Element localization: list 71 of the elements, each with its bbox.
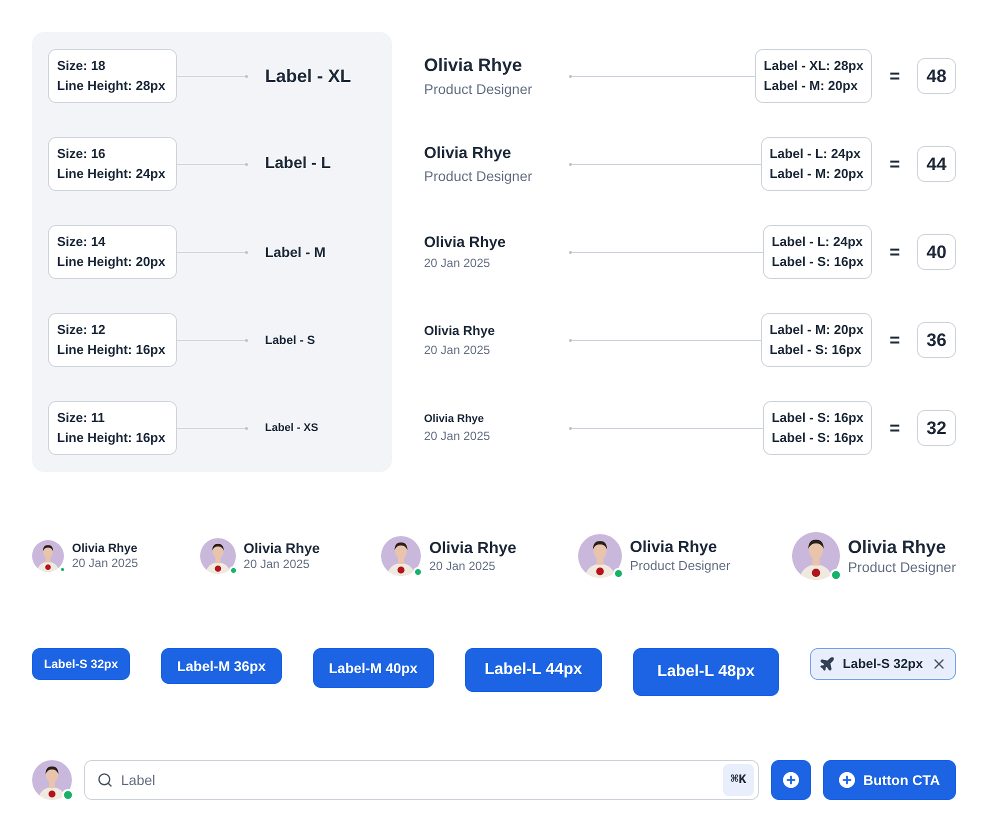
spec-text: Label - S: 16px bbox=[772, 429, 864, 447]
plus-icon bbox=[783, 772, 800, 788]
primary-button[interactable]: Label-L 44px bbox=[464, 648, 602, 692]
user-name: Olivia Rhye bbox=[424, 322, 496, 340]
plus-icon bbox=[839, 772, 856, 788]
spec-text: Label - S: 16px bbox=[772, 253, 864, 271]
user-name: Olivia Rhye bbox=[424, 144, 512, 164]
spec-text: Label - M: 20px bbox=[770, 321, 864, 339]
user-name: Olivia Rhye bbox=[424, 232, 507, 253]
user-subtitle: Product Designer bbox=[424, 166, 534, 186]
user-name: Olivia Rhye bbox=[848, 536, 947, 558]
label-sample: Label - XS bbox=[265, 420, 318, 436]
spec-text: Label - L: 24px bbox=[772, 233, 864, 251]
label-sample: Label - S bbox=[265, 332, 316, 349]
font-size-text: Size: 11 bbox=[57, 409, 106, 427]
user-subtitle: 20 Jan 2025 bbox=[429, 558, 496, 574]
search-icon bbox=[97, 772, 113, 788]
height-total: 48 bbox=[917, 58, 956, 94]
user-subtitle: Product Designer bbox=[630, 558, 730, 574]
spec-text: Label - M: 20px bbox=[770, 165, 864, 183]
user-subtitle: 20 Jan 2025 bbox=[244, 557, 311, 572]
line-height-text: Line Height: 20px bbox=[57, 253, 166, 271]
equals-sign: = bbox=[889, 328, 900, 352]
user-subtitle: 20 Jan 2025 bbox=[424, 342, 492, 359]
line-height-text: Line Height: 16px bbox=[57, 341, 166, 359]
spec-text: Label - S: 16px bbox=[770, 341, 862, 359]
equals-sign: = bbox=[889, 64, 900, 88]
font-size-text: Size: 16 bbox=[57, 145, 106, 163]
user-name: Olivia Rhye bbox=[72, 541, 138, 556]
font-size-text: Size: 12 bbox=[57, 321, 106, 339]
label-sample: Label - M bbox=[265, 242, 326, 262]
spec-text: Label - S: 16px bbox=[772, 409, 864, 427]
height-total: 44 bbox=[917, 146, 956, 182]
primary-button[interactable]: Label-L 48px bbox=[633, 648, 779, 696]
font-size-text: Size: 18 bbox=[57, 57, 106, 75]
label-sample: Label - XL bbox=[265, 64, 352, 88]
primary-button[interactable]: Label-M 36px bbox=[161, 648, 282, 684]
plane-icon bbox=[818, 656, 835, 672]
user-subtitle: Product Designer bbox=[424, 80, 534, 99]
search-input[interactable]: Label bbox=[121, 770, 715, 790]
user-name: Olivia Rhye bbox=[630, 538, 718, 558]
height-total: 40 bbox=[917, 234, 956, 270]
tag-label: Label-S 32px bbox=[842, 655, 923, 674]
primary-button[interactable]: Label-M 40px bbox=[312, 648, 434, 688]
line-height-text: Line Height: 24px bbox=[57, 165, 166, 183]
height-total: 36 bbox=[917, 322, 956, 358]
add-button[interactable] bbox=[771, 760, 812, 800]
font-size-text: Size: 14 bbox=[57, 233, 106, 251]
spec-text: Label - M: 20px bbox=[764, 77, 859, 95]
user-subtitle: 20 Jan 2025 bbox=[424, 428, 492, 446]
tag-chip[interactable]: Label-S 32px bbox=[810, 648, 956, 680]
spec-text: Label - XL: 28px bbox=[764, 57, 864, 75]
primary-button[interactable]: Label-S 32px bbox=[32, 648, 130, 680]
equals-sign: = bbox=[889, 152, 900, 176]
height-total: 32 bbox=[917, 410, 956, 446]
cta-button[interactable]: Button CTA bbox=[823, 760, 956, 800]
user-name: Olivia Rhye bbox=[424, 412, 485, 427]
user-subtitle: 20 Jan 2025 bbox=[424, 255, 492, 272]
shortcut-key: ⌘K bbox=[722, 764, 754, 796]
label-sample: Label - L bbox=[265, 154, 331, 174]
user-name: Olivia Rhye bbox=[429, 538, 516, 558]
line-height-text: Line Height: 28px bbox=[57, 77, 166, 95]
search-field[interactable]: Label ⌘K bbox=[84, 760, 760, 800]
line-height-text: Line Height: 16px bbox=[57, 429, 166, 447]
equals-sign: = bbox=[889, 416, 900, 440]
user-subtitle: Product Designer bbox=[848, 558, 956, 576]
equals-sign: = bbox=[889, 240, 900, 264]
spec-text: Label - L: 24px bbox=[770, 145, 862, 163]
user-subtitle: 20 Jan 2025 bbox=[72, 556, 138, 571]
user-name: Olivia Rhye bbox=[424, 54, 524, 77]
user-name: Olivia Rhye bbox=[244, 540, 320, 558]
